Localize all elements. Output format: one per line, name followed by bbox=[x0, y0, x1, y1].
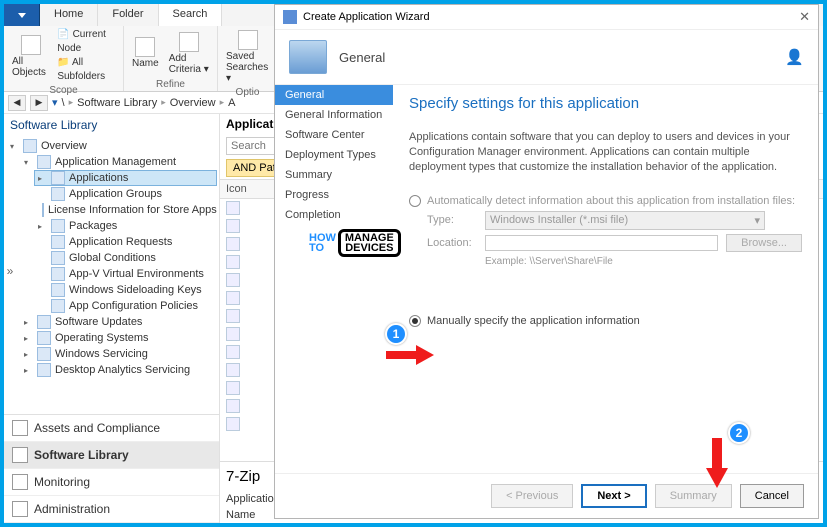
workspace-list: Assets and ComplianceSoftware LibraryMon… bbox=[4, 414, 219, 523]
nav-dropdown[interactable]: ▾ bbox=[52, 96, 58, 109]
ribbon-name[interactable]: Name bbox=[130, 28, 161, 78]
tree-node[interactable]: ▸Software Updates bbox=[20, 314, 217, 330]
breadcrumb[interactable]: Overview bbox=[170, 97, 216, 109]
breadcrumb[interactable]: \ bbox=[62, 97, 65, 109]
wizard-step[interactable]: General Information bbox=[275, 105, 393, 125]
ribbon-group-name: Scope bbox=[10, 84, 117, 97]
tree-node[interactable]: Application Groups bbox=[34, 186, 217, 202]
ribbon-all-objects[interactable]: All Objects bbox=[10, 28, 51, 84]
watermark-logo: HOWTO MANAGEDEVICES bbox=[307, 227, 403, 259]
radio-icon bbox=[409, 195, 421, 207]
ribbon-all-subfolders[interactable]: 📁 All Subfolders bbox=[57, 56, 117, 84]
wizard-page-name: General bbox=[339, 50, 385, 65]
chevron-down-icon bbox=[18, 13, 26, 18]
save-icon bbox=[238, 30, 258, 50]
next-button[interactable]: Next > bbox=[581, 484, 646, 508]
help-icon[interactable]: 👤 bbox=[785, 48, 804, 66]
ribbon-label: All Objects bbox=[12, 56, 49, 78]
ribbon-group-name: Refine bbox=[130, 78, 211, 91]
column-icon[interactable]: Icon bbox=[220, 180, 253, 198]
cancel-button[interactable]: Cancel bbox=[740, 484, 804, 508]
content-description: Applications contain software that you c… bbox=[409, 130, 802, 175]
location-input bbox=[485, 235, 718, 251]
nav-forward-button[interactable]: ▶ bbox=[30, 95, 48, 111]
previous-button: < Previous bbox=[491, 484, 573, 508]
nav-pane: Software Library ▾Overview▾Application M… bbox=[4, 114, 220, 523]
example-text: Example: \\Server\Share\File bbox=[485, 256, 802, 267]
radio-icon bbox=[409, 315, 421, 327]
ribbon-scope-list: 📄 Current Node 📁 All Subfolders bbox=[57, 28, 117, 84]
type-select: Windows Installer (*.msi file)▾ bbox=[485, 211, 765, 230]
ribbon-saved-searches[interactable]: Saved Searches ▾ bbox=[224, 28, 271, 86]
tree-node[interactable]: ▸Applications bbox=[34, 170, 217, 186]
tree-node[interactable]: ▸Operating Systems bbox=[20, 330, 217, 346]
ribbon-add-criteria[interactable]: Add Criteria ▾ bbox=[167, 28, 211, 78]
annotation-arrow-2 bbox=[704, 436, 730, 488]
tree-node[interactable]: Application Requests bbox=[34, 234, 217, 250]
tree-node[interactable]: ▾Application Management bbox=[20, 154, 217, 170]
wizard-icon bbox=[283, 10, 297, 24]
tab-search[interactable]: Search bbox=[159, 4, 223, 26]
tree-node[interactable]: ▸Packages bbox=[34, 218, 217, 234]
objects-icon bbox=[21, 35, 41, 55]
close-icon[interactable]: ✕ bbox=[799, 9, 810, 25]
expand-icon[interactable]: » bbox=[4, 264, 16, 278]
workspace-item[interactable]: Assets and Compliance bbox=[4, 415, 219, 442]
nav-title: Software Library bbox=[4, 114, 219, 136]
wizard-step[interactable]: General bbox=[275, 85, 393, 105]
tree-node[interactable]: ▾Overview bbox=[6, 138, 217, 154]
wizard-step[interactable]: Deployment Types bbox=[275, 145, 393, 165]
radio-label: Automatically detect information about t… bbox=[427, 195, 795, 207]
tree-node[interactable]: ▸Windows Servicing bbox=[20, 346, 217, 362]
workspace-item[interactable]: Administration bbox=[4, 496, 219, 523]
tree-node[interactable]: ▸Desktop Analytics Servicing bbox=[20, 362, 217, 378]
tree-node[interactable]: License Information for Store Apps bbox=[34, 202, 217, 218]
annotation-badge-1: 1 bbox=[385, 323, 407, 345]
filter-icon bbox=[179, 32, 199, 52]
radio-manual-specify[interactable]: Manually specify the application informa… bbox=[409, 315, 802, 327]
annotation-arrow-1 bbox=[384, 344, 434, 366]
tree-node[interactable]: Global Conditions bbox=[34, 250, 217, 266]
workspace-item[interactable]: Software Library bbox=[4, 442, 219, 469]
app-menu-button[interactable] bbox=[4, 4, 40, 26]
location-label: Location: bbox=[427, 237, 477, 249]
wizard-step[interactable]: Progress bbox=[275, 185, 393, 205]
tab-home[interactable]: Home bbox=[40, 4, 98, 26]
breadcrumb[interactable]: Software Library bbox=[77, 97, 157, 109]
radio-auto-detect[interactable]: Automatically detect information about t… bbox=[409, 195, 802, 207]
nav-tree[interactable]: ▾Overview▾Application Management▸Applica… bbox=[4, 136, 219, 414]
content-title: Specify settings for this application bbox=[409, 95, 802, 112]
nav-back-button[interactable]: ◀ bbox=[8, 95, 26, 111]
tree-node[interactable]: Windows Sideloading Keys bbox=[34, 282, 217, 298]
tag-icon bbox=[135, 37, 155, 57]
computer-icon bbox=[289, 40, 327, 74]
tree-node[interactable]: App-V Virtual Environments bbox=[34, 266, 217, 282]
tab-folder[interactable]: Folder bbox=[98, 4, 158, 26]
type-label: Type: bbox=[427, 214, 477, 226]
tree-node[interactable]: App Configuration Policies bbox=[34, 298, 217, 314]
wizard-title: Create Application Wizard bbox=[303, 11, 430, 23]
ribbon-current-node[interactable]: 📄 Current Node bbox=[57, 28, 117, 56]
radio-label: Manually specify the application informa… bbox=[427, 315, 640, 327]
browse-button: Browse... bbox=[726, 234, 802, 252]
annotation-badge-2: 2 bbox=[728, 422, 750, 444]
wizard-step[interactable]: Software Center bbox=[275, 125, 393, 145]
wizard-step[interactable]: Summary bbox=[275, 165, 393, 185]
wizard-step[interactable]: Completion bbox=[275, 205, 393, 225]
wizard-steps: GeneralGeneral InformationSoftware Cente… bbox=[275, 85, 393, 473]
breadcrumb[interactable]: A bbox=[228, 97, 235, 109]
workspace-item[interactable]: Monitoring bbox=[4, 469, 219, 496]
